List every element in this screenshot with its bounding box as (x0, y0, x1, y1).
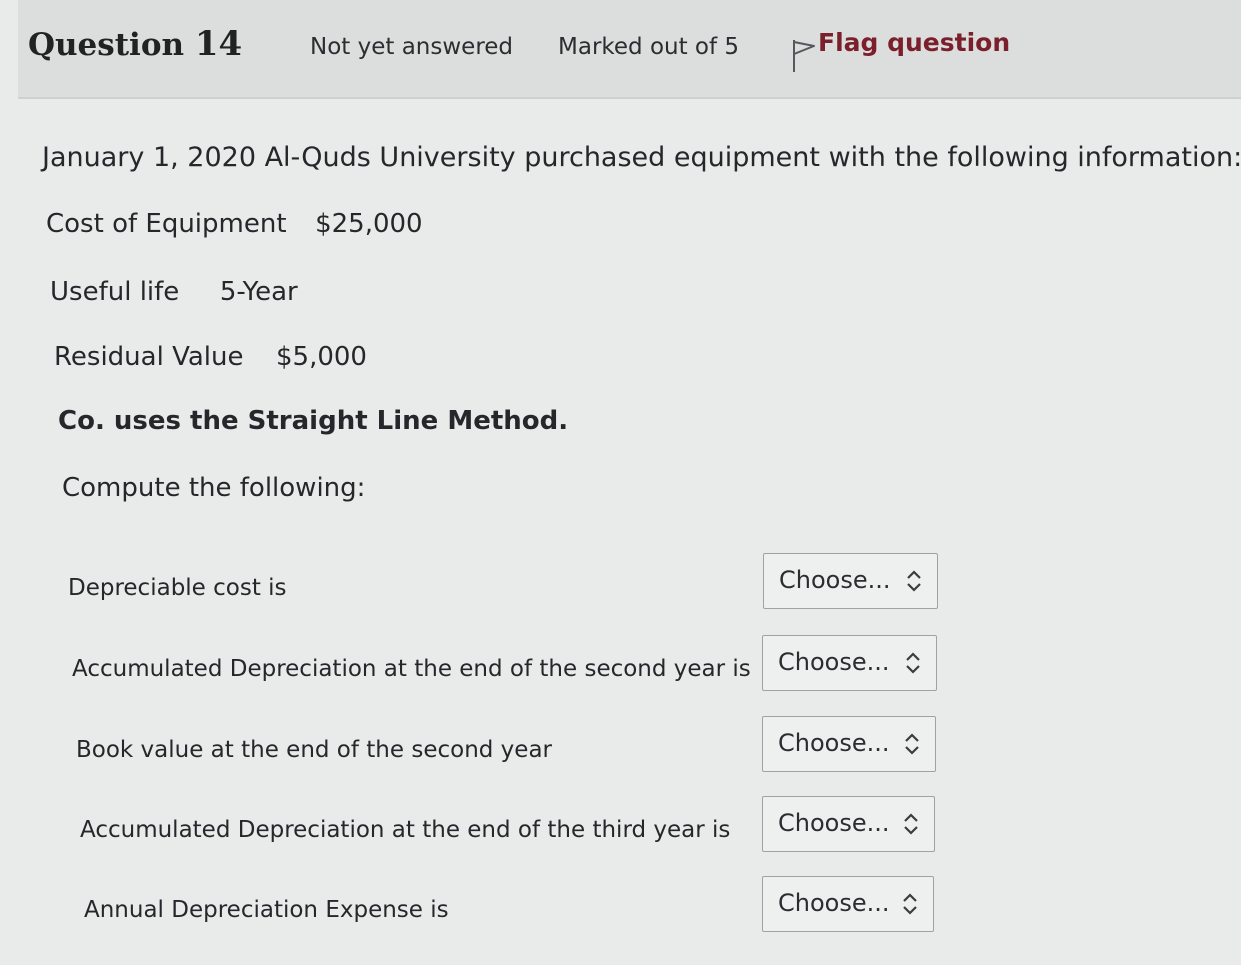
select-value: Choose... (778, 889, 890, 917)
updown-chevron-icon (906, 652, 920, 674)
method-text: Co. uses the Straight Line Method. (58, 406, 569, 436)
residual-value: $5,000 (276, 342, 367, 372)
annual-dep-expense-select[interactable]: Choose... (762, 876, 934, 932)
accum-dep-third-year-select[interactable]: Choose... (762, 796, 935, 852)
residual-label: Residual Value (54, 342, 244, 372)
select-value: Choose... (778, 809, 890, 837)
annual-dep-expense-label: Annual Depreciation Expense is (84, 897, 449, 923)
select-value: Choose... (779, 566, 891, 594)
residual-value-row: Residual Value $5,000 (54, 342, 367, 372)
accum-dep-second-year-label: Accumulated Depreciation at the end of t… (72, 656, 751, 682)
updown-chevron-icon (903, 893, 917, 915)
cost-label: Cost of Equipment (46, 209, 287, 239)
intro-text: January 1, 2020 Al-Quds University purch… (42, 142, 1241, 173)
cost-value: $25,000 (315, 209, 423, 239)
life-value: 5-Year (219, 277, 298, 307)
compute-instruction: Compute the following: (62, 473, 366, 503)
updown-chevron-icon (904, 813, 918, 835)
book-value-second-year-label: Book value at the end of the second year (76, 737, 552, 763)
question-text: January 1, 2020 Al-Quds University purch… (0, 0, 1241, 965)
updown-chevron-icon (905, 733, 919, 755)
select-value: Choose... (778, 729, 890, 757)
life-label: Useful life (50, 277, 180, 307)
depreciable-cost-label: Depreciable cost is (68, 575, 287, 601)
accum-dep-second-year-select[interactable]: Choose... (762, 635, 937, 691)
updown-chevron-icon (907, 570, 921, 592)
useful-life-row: Useful life 5-Year (50, 277, 298, 307)
depreciable-cost-select[interactable]: Choose... (763, 553, 938, 609)
book-value-second-year-select[interactable]: Choose... (762, 716, 936, 772)
select-value: Choose... (778, 648, 890, 676)
accum-dep-third-year-label: Accumulated Depreciation at the end of t… (80, 817, 731, 843)
cost-of-equipment-row: Cost of Equipment $25,000 (46, 209, 423, 239)
